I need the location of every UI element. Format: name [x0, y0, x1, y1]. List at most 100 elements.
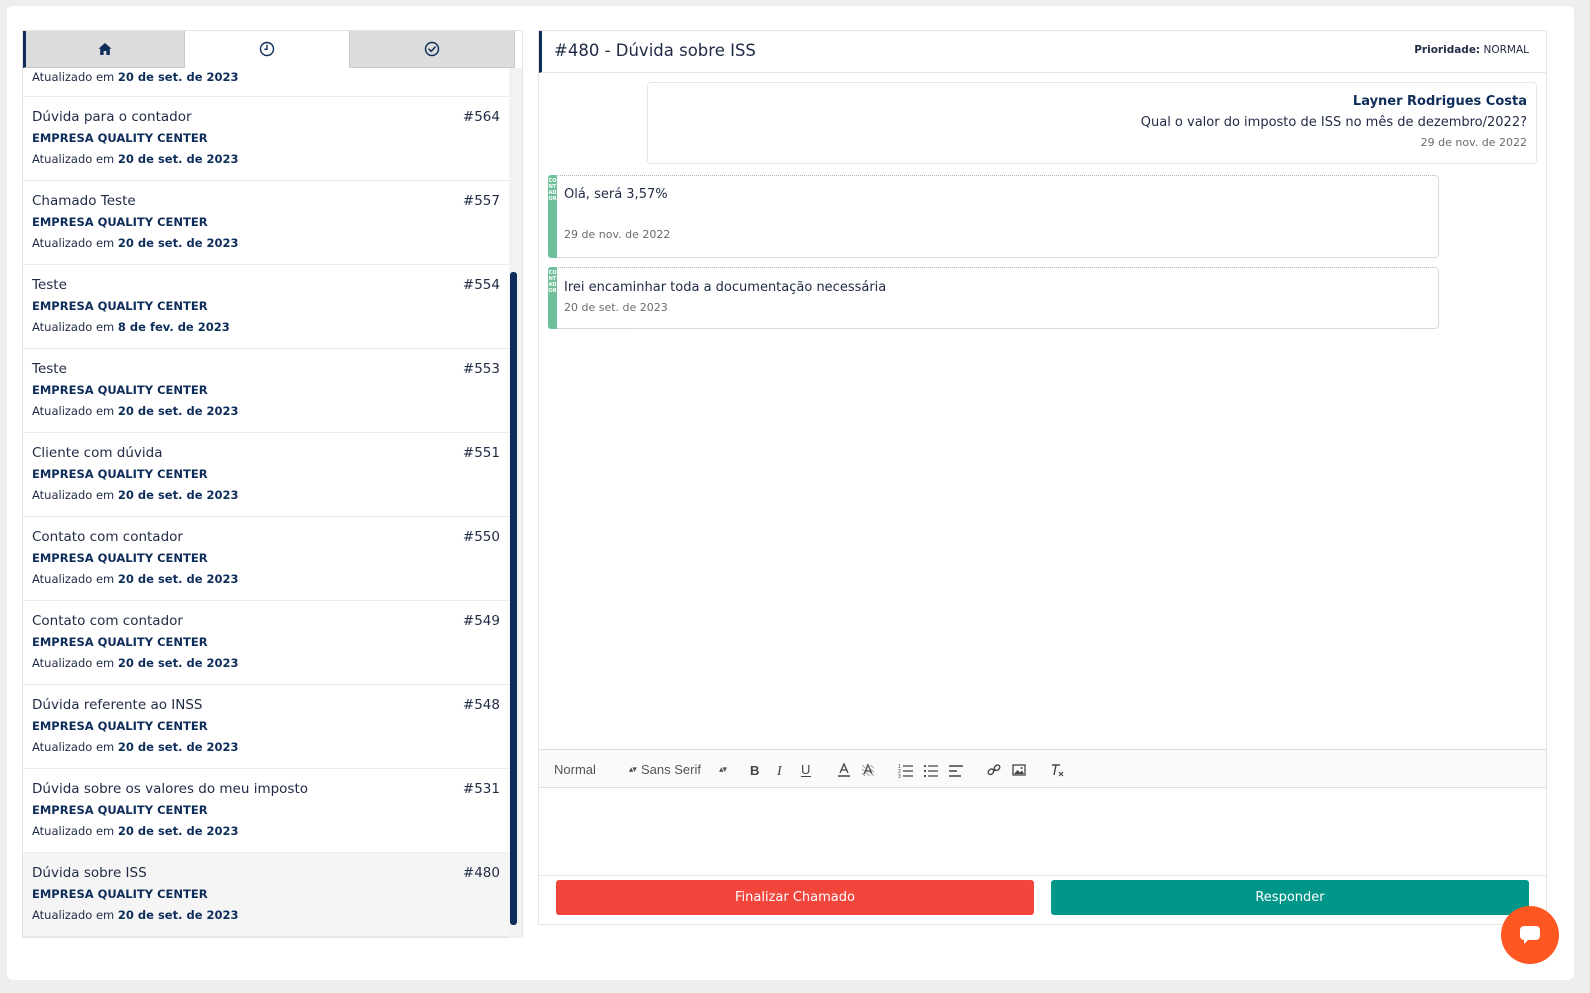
chat-widget-button[interactable]: [1501, 906, 1559, 964]
font-size-select[interactable]: Normal ▴▾: [554, 750, 637, 789]
ticket-item-title: Dúvida sobre os valores do meu imposto: [32, 781, 309, 797]
message-text: Olá, será 3,57%: [564, 187, 668, 202]
updated-prefix: Atualizado em: [32, 572, 115, 586]
ticket-item-company: EMPRESA QUALITY CENTER: [32, 299, 208, 313]
message-text: Qual o valor do imposto de ISS no mês de…: [1140, 115, 1527, 130]
ticket-item-updated: Atualizado em 20 de set. de 2023: [32, 404, 500, 418]
link-button[interactable]: [986, 750, 1002, 789]
ticket-list-item[interactable]: Teste #554 EMPRESA QUALITY CENTER Atualizad…: [23, 265, 509, 349]
ticket-item-company: EMPRESA QUALITY CENTER: [32, 131, 208, 145]
updated-prefix: Atualizado em: [32, 236, 115, 250]
updated-date: 20 de set. de 2023: [117, 908, 239, 922]
italic-button[interactable]: I: [773, 750, 789, 789]
message-date: 29 de nov. de 2022: [1420, 136, 1527, 149]
text-color-icon: [838, 761, 850, 777]
font-family-select[interactable]: Sans Serif ▴▾: [641, 750, 727, 789]
tab-closed-tickets[interactable]: [350, 31, 515, 68]
ticket-list-item[interactable]: Dúvida sobre ISS #480 EMPRESA QUALITY CENT…: [23, 853, 509, 937]
ticket-list-item[interactable]: Chamado Teste #557 EMPRESA QUALITY CENTER A…: [23, 181, 509, 265]
ticket-item-title: Teste: [32, 361, 67, 377]
updated-date: 20 de set. de 2023: [117, 236, 239, 250]
font-family-value: Sans Serif: [641, 762, 701, 777]
message-date: 20 de set. de 2023: [564, 301, 668, 314]
ticket-item-number: #531: [462, 781, 500, 797]
bold-icon: B: [750, 763, 759, 778]
updated-prefix: Atualizado em: [32, 320, 115, 334]
reply-editor[interactable]: [539, 788, 1546, 876]
svg-text:U: U: [801, 762, 810, 777]
updated-prefix: Atualizado em: [32, 908, 115, 922]
list-scrollbar-thumb[interactable]: [510, 272, 517, 925]
background-color-button[interactable]: [860, 750, 876, 789]
tab-open-tickets[interactable]: [185, 31, 350, 68]
ticket-item-number: #549: [462, 613, 500, 629]
ticket-list-item[interactable]: Teste #553 EMPRESA QUALITY CENTER Atualizad…: [23, 349, 509, 433]
reply-button[interactable]: Responder: [1051, 880, 1529, 915]
accountant-tag: CONTADOR: [548, 175, 557, 258]
select-caret-icon: ▴▾: [718, 764, 727, 774]
svg-text:3: 3: [898, 774, 901, 778]
list-item-partial[interactable]: Atualizado em 20 de set. de 2023: [23, 68, 509, 97]
ticket-list-item[interactable]: Dúvida referente ao INSS #548 EMPRESA QUAL…: [23, 685, 509, 769]
ordered-list-button[interactable]: 123: [898, 750, 914, 789]
priority-value: NORMAL: [1483, 44, 1529, 56]
ticket-item-title: Dúvida para o contador: [32, 109, 192, 125]
updated-date: 20 de set. de 2023: [117, 70, 239, 84]
ticket-item-number: #557: [462, 193, 500, 209]
chat-bubble-icon: [1520, 926, 1540, 944]
ticket-item-title: Teste: [32, 277, 67, 293]
image-button[interactable]: [1011, 750, 1027, 789]
ticket-item-updated: Atualizado em 20 de set. de 2023: [32, 236, 500, 250]
message-accountant: CONTADOR Olá, será 3,57% 29 de nov. de 2…: [548, 175, 1439, 258]
ticket-priority: Prioridade: NORMAL: [1414, 44, 1529, 56]
ticket-item-company: EMPRESA QUALITY CENTER: [32, 635, 208, 649]
clear-format-button[interactable]: [1049, 750, 1065, 789]
ticket-item-updated: Atualizado em 20 de set. de 2023: [32, 908, 500, 922]
updated-prefix: Atualizado em: [32, 656, 115, 670]
finish-ticket-button[interactable]: Finalizar Chamado: [556, 880, 1034, 915]
font-size-value: Normal: [554, 762, 596, 777]
ticket-item-updated: Atualizado em 20 de set. de 2023: [32, 656, 500, 670]
updated-prefix: Atualizado em: [32, 488, 115, 502]
updated-date: 20 de set. de 2023: [117, 488, 239, 502]
updated-date: 8 de fev. de 2023: [117, 320, 230, 334]
updated-date: 20 de set. de 2023: [117, 824, 239, 838]
updated-date: 20 de set. de 2023: [117, 152, 239, 166]
ticket-list-item[interactable]: Dúvida para o contador #564 EMPRESA QUALIT…: [23, 97, 509, 181]
ticket-item-title: Cliente com dúvida: [32, 445, 163, 461]
text-color-button[interactable]: [836, 750, 852, 789]
ticket-item-number: #564: [462, 109, 500, 125]
editor-toolbar: Normal ▴▾ Sans Serif ▴▾ B I U 123: [539, 749, 1546, 788]
updated-date: 20 de set. de 2023: [117, 656, 239, 670]
ticket-detail-panel: #480 - Dúvida sobre ISS Prioridade: NORM…: [538, 30, 1547, 925]
ticket-list-item[interactable]: Dúvida sobre os valores do meu imposto #5…: [23, 769, 509, 853]
updated-date: 20 de set. de 2023: [117, 740, 239, 754]
underline-button[interactable]: U: [798, 750, 814, 789]
background-color-icon: [861, 762, 875, 776]
message-text: Irei encaminhar toda a documentação nece…: [564, 280, 887, 295]
check-circle-icon: [424, 41, 440, 57]
ticket-list-item[interactable]: Contato com contador #550 EMPRESA QUALITY …: [23, 517, 509, 601]
ticket-title: #480 - Dúvida sobre ISS: [554, 41, 756, 60]
ticket-item-number: #550: [462, 529, 500, 545]
underline-icon: U: [801, 762, 811, 777]
ticket-item-updated: Atualizado em 20 de set. de 2023: [32, 824, 500, 838]
ticket-list-panel: Atualizado em 20 de set. de 2023 Dúvida …: [22, 30, 523, 938]
ticket-item-updated: Atualizado em 20 de set. de 2023: [32, 740, 500, 754]
bold-button[interactable]: B: [747, 750, 763, 789]
updated-prefix: Atualizado em: [32, 152, 115, 166]
ticket-item-updated: Atualizado em 20 de set. de 2023: [32, 152, 500, 166]
ticket-item-company: EMPRESA QUALITY CENTER: [32, 551, 208, 565]
message-client: Layner Rodrigues Costa Qual o valor do i…: [647, 82, 1537, 164]
ticket-list-item[interactable]: Cliente com dúvida #551 EMPRESA QUALITY CE…: [23, 433, 509, 517]
ticket-list-item[interactable]: Contato com contador #549 EMPRESA QUALITY …: [23, 601, 509, 685]
updated-prefix: Atualizado em: [32, 824, 115, 838]
ticket-item-number: #554: [462, 277, 500, 293]
tab-home[interactable]: [23, 31, 185, 68]
bullet-list-button[interactable]: [923, 750, 939, 789]
ticket-item-company: EMPRESA QUALITY CENTER: [32, 887, 208, 901]
message-author: Layner Rodrigues Costa: [1352, 94, 1527, 109]
ticket-item-title: Dúvida referente ao INSS: [32, 697, 203, 713]
select-caret-icon: ▴▾: [628, 764, 637, 774]
align-button[interactable]: [948, 750, 964, 789]
